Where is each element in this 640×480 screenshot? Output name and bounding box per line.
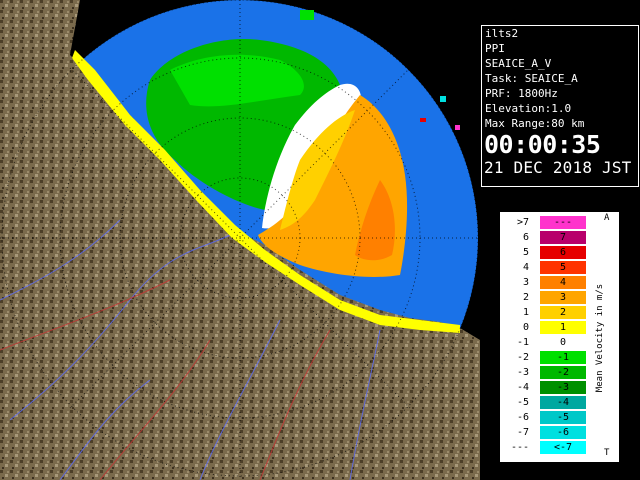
legend-row-label: 6 (522, 232, 529, 243)
legend-row-label: 4 (522, 262, 529, 273)
legend-row-label: -5 (516, 397, 529, 408)
legend-row: 12 (502, 306, 612, 319)
legend-row-value: <-7 (553, 442, 573, 453)
legend-row-label: 5 (522, 247, 529, 258)
legend-row-value: 2 (559, 307, 567, 318)
legend-row-value: -1 (556, 352, 570, 363)
radar-info-box: ilts2 PPI SEAICE_A_V Task: SEAICE_A PRF:… (481, 25, 639, 187)
echo-speck (440, 96, 446, 102)
site-name: ilts2 (485, 27, 519, 40)
echo-speck (300, 10, 314, 20)
legend-row-label: -2 (516, 352, 529, 363)
echo-speck (455, 125, 460, 130)
legend-row: -4 -3 (502, 381, 612, 394)
legend-row-value: 6 (559, 247, 567, 258)
echo-speck (420, 118, 426, 122)
legend-row-label: 2 (522, 292, 529, 303)
elevation-value: Elevation:1.0 (485, 102, 572, 115)
legend-row: 34 (502, 276, 612, 289)
scan-date: 21 DEC 2018 JST (484, 158, 632, 177)
velocity-legend: A Mean Velocity in m/s T >7 --- 6 7 5 6 4 5 3 4 2 3… (499, 211, 620, 463)
legend-row-label: -4 (516, 382, 529, 393)
legend-row: -3 -2 (502, 366, 612, 379)
legend-row-label: >7 (516, 217, 529, 228)
legend-row-value: -3 (556, 382, 570, 393)
legend-row-value: 7 (559, 232, 567, 243)
legend-row-label: -6 (516, 412, 529, 423)
legend-row: -1 0 (502, 336, 612, 349)
side-panel: ilts2 PPI SEAICE_A_V Task: SEAICE_A PRF:… (480, 0, 640, 480)
legend-row-label: 1 (522, 307, 529, 318)
legend-row-value: --- (553, 217, 573, 228)
legend-row-value: 5 (559, 262, 567, 273)
legend-row: >7 --- (502, 216, 612, 229)
legend-row: 56 (502, 246, 612, 259)
product-name: SEAICE_A_V (485, 57, 552, 70)
radar-ppi-display (0, 0, 480, 480)
task-name: Task: SEAICE_A (485, 72, 578, 85)
scan-mode: PPI (485, 42, 505, 55)
legend-row: 01 (502, 321, 612, 334)
legend-row: -5 -4 (502, 396, 612, 409)
legend-row-label: -3 (516, 367, 529, 378)
radar-map[interactable] (0, 0, 480, 480)
legend-row: 67 (502, 231, 612, 244)
prf-value: PRF: 1800Hz (485, 87, 558, 100)
legend-row-value: 1 (559, 322, 567, 333)
legend-row-label: -1 (516, 337, 529, 348)
legend-row-value: -5 (556, 412, 570, 423)
legend-row-value: -6 (556, 427, 570, 438)
scan-time: 00:00:35 (484, 130, 601, 159)
legend-row-value: 4 (559, 277, 567, 288)
legend-row-label: 0 (522, 322, 529, 333)
legend-row-value: -4 (556, 397, 570, 408)
legend-row-label: 3 (522, 277, 529, 288)
legend-row: -6 -5 (502, 411, 612, 424)
legend-row-value: 3 (559, 292, 567, 303)
legend-row-value: 0 (559, 337, 567, 348)
max-range-value: Max Range:80 km (485, 117, 585, 130)
legend-row-label: --- (510, 442, 529, 453)
legend-row: --- <-7 (502, 441, 612, 454)
legend-row: -2 -1 (502, 351, 612, 364)
legend-row-label: -7 (516, 427, 529, 438)
legend-row: -7 -6 (502, 426, 612, 439)
legend-row: 23 (502, 291, 612, 304)
legend-row-value: -2 (556, 367, 570, 378)
legend-row: 45 (502, 261, 612, 274)
